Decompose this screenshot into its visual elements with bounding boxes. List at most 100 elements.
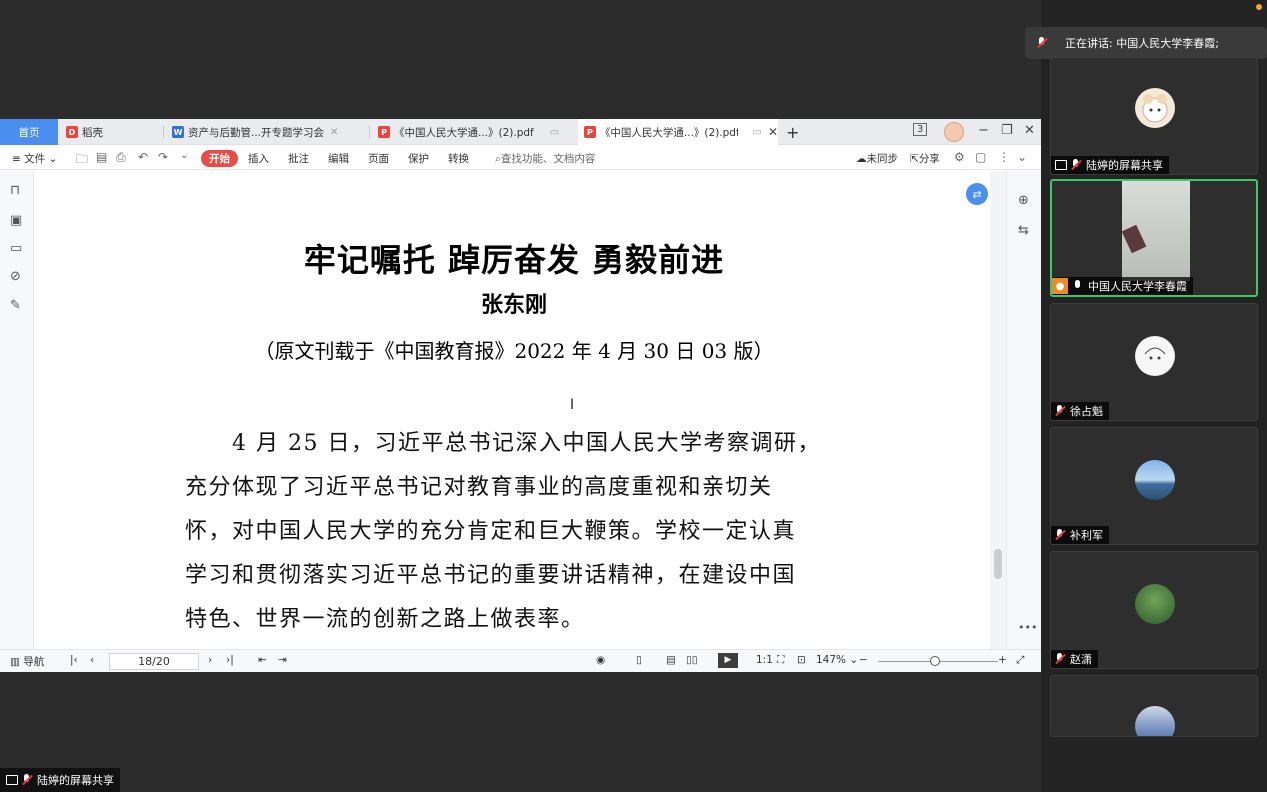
participant-tile-active[interactable]: ● 中国人民大学李春霞 — [1050, 179, 1258, 297]
zoom-search-icon[interactable]: ⊕ — [1018, 193, 1029, 208]
participant-tile-share[interactable]: 陆婷的屏幕共享 — [1050, 57, 1258, 175]
share-owner-label: 陆婷的屏幕共享 — [37, 774, 114, 787]
tab-insert[interactable]: 插入 — [248, 151, 269, 166]
scrollbar-thumb[interactable] — [994, 549, 1002, 579]
more-tools-icon[interactable]: ••• — [1018, 621, 1037, 634]
wps-pdf-window: 首页 D 稻壳 W 资产与后勤管...开专题学习会 ✕ P 《中国人民大学通..… — [0, 119, 1041, 672]
comment-icon[interactable]: ▢ — [975, 150, 986, 164]
participant-tile[interactable]: 赵潇 — [1050, 551, 1258, 669]
video-feed — [1121, 181, 1190, 281]
print-icon[interactable]: ⎙ — [116, 150, 126, 165]
tab-doc1[interactable]: W 资产与后勤管...开专题学习会 ✕ — [172, 119, 368, 145]
participant-name: 中国人民大学李春霞 — [1088, 280, 1187, 293]
tab-count-badge[interactable]: 3 — [913, 123, 928, 136]
redo-icon[interactable]: ↷ — [158, 150, 168, 164]
save-icon[interactable]: ▤ — [96, 150, 107, 164]
tab-edit[interactable]: 编辑 — [328, 151, 349, 166]
mic-muted-icon — [1055, 653, 1065, 665]
more-icon[interactable]: ⋮ — [998, 150, 1010, 164]
tab-divider — [369, 125, 370, 139]
translate-icon[interactable]: ⇆ — [1018, 223, 1029, 238]
participant-name: 赵潇 — [1070, 653, 1092, 666]
tab-annotate[interactable]: 批注 — [288, 151, 309, 166]
tab-pdf1-pin-icon[interactable]: ▭ — [550, 127, 559, 138]
nav-panel-icon: ▥ — [10, 656, 20, 668]
zoom-in-icon[interactable]: + — [998, 654, 1007, 666]
file-menu[interactable]: ≡ 文件 ⌄ — [12, 151, 57, 166]
zoom-level[interactable]: 147% ⌄ — [816, 654, 858, 666]
fullscreen-icon[interactable]: ⤢ — [1016, 654, 1024, 667]
first-page-icon[interactable]: |‹ — [70, 654, 78, 666]
participant-name-bar: 徐占魁 — [1051, 402, 1109, 420]
paragraph-line: 充分体现了习近平总书记对教育事业的高度重视和亲切关 — [185, 475, 773, 500]
page-number-value: 18/20 — [138, 655, 170, 668]
pdf-icon: P — [378, 126, 390, 138]
annotation-list-icon[interactable]: ▭ — [10, 241, 22, 256]
document-source: （原文刊载于《中国教育报》2022 年 4 月 30 日 03 版） — [254, 339, 774, 363]
participant-tile[interactable]: 补利军 — [1050, 427, 1258, 545]
two-page-icon[interactable]: ▯▯ — [686, 654, 698, 666]
tab-start[interactable]: 开始 — [201, 150, 238, 167]
new-tab-button[interactable]: + — [786, 119, 802, 145]
speaking-indicator: 正在讲话: 中国人民大学李春霞; — [1025, 27, 1267, 59]
tab-home[interactable]: 首页 — [0, 119, 58, 145]
continuous-icon[interactable]: ▤ — [666, 654, 676, 666]
participant-name-bar: 赵潇 — [1051, 650, 1098, 668]
prev-page-icon[interactable]: ‹ — [90, 654, 94, 666]
user-avatar[interactable] — [944, 122, 964, 142]
tab-doc1-close-icon[interactable]: ✕ — [330, 127, 338, 138]
tab-convert[interactable]: 转换 — [448, 151, 469, 166]
tab-divider — [163, 125, 164, 139]
actual-size-icon[interactable]: 1:1 — [756, 654, 773, 666]
last-page-icon[interactable]: ›| — [226, 654, 234, 666]
tab-daoke[interactable]: D 稻壳 — [66, 119, 162, 145]
thumbnail-icon[interactable]: ▣ — [10, 213, 22, 228]
attachment-icon[interactable]: ⊘ — [10, 269, 21, 284]
feature-search[interactable]: ⌕查找功能、文档内容 — [495, 151, 595, 166]
fit-width-icon[interactable]: ⊡ — [797, 654, 806, 666]
participant-tile-partial[interactable] — [1050, 675, 1258, 737]
play-slideshow-icon[interactable]: ▶ — [718, 653, 738, 668]
zoom-out-icon[interactable]: − — [859, 654, 868, 666]
document-title: 牢记嘱托 踔厉奋发 勇毅前进 — [303, 241, 725, 279]
collapse-ribbon-icon[interactable]: ⌄ — [1017, 150, 1027, 164]
settings-gear-icon[interactable]: ⚙ — [954, 150, 965, 164]
tab-pin-icon[interactable]: ▭ — [752, 127, 761, 138]
restore-icon[interactable]: ❐ — [1001, 123, 1013, 138]
tab-pdf1[interactable]: P 《中国人民大学通...》(2).pdf ▭ — [378, 119, 574, 145]
undo-icon[interactable]: ↶ — [138, 150, 148, 164]
single-page-icon[interactable]: ▯ — [636, 654, 642, 666]
convert-float-icon[interactable]: ⇄ — [966, 183, 988, 205]
tab-pdf2-active[interactable]: P 《中国人民大学通...》(2).pdf ▭ ✕ — [578, 119, 778, 145]
eye-protect-icon[interactable]: ◉ — [596, 654, 605, 666]
navigation-toggle[interactable]: ▥ 导航 — [10, 654, 44, 669]
next-page-icon[interactable]: › — [208, 654, 212, 666]
minimize-icon[interactable]: − — [978, 123, 989, 138]
avatar — [1135, 706, 1175, 736]
vertical-scrollbar[interactable] — [990, 171, 1006, 649]
text-cursor-icon: I — [570, 397, 575, 413]
cloud-icon: ☁ — [856, 153, 867, 165]
file-menu-label: 文件 — [24, 153, 46, 165]
fit-page-icon[interactable]: ⛶ — [777, 654, 784, 667]
more-dropdown-icon[interactable]: ⌄ — [180, 150, 188, 161]
back-icon[interactable]: ⇤ — [258, 654, 267, 666]
tab-protect[interactable]: 保护 — [408, 151, 429, 166]
bookmark-icon[interactable]: ⊓ — [10, 183, 20, 198]
right-tool-panel: ⊕ ⇆ ••• — [1006, 171, 1041, 649]
sync-status[interactable]: ☁未同步 — [856, 151, 898, 166]
avatar — [1135, 584, 1175, 624]
meeting-screen: 首页 D 稻壳 W 资产与后勤管...开专题学习会 ✕ P 《中国人民大学通..… — [0, 0, 1267, 792]
share-button[interactable]: ⇱分享 — [910, 151, 940, 166]
participant-tile[interactable]: 徐占魁 — [1050, 303, 1258, 421]
forward-icon[interactable]: ⇥ — [278, 654, 287, 666]
page-number-field[interactable]: 18/20 — [109, 653, 199, 670]
pdf-page[interactable]: ⇄ 牢记嘱托 踔厉奋发 勇毅前进 张东刚 （原文刊载于《中国教育报》2022 年… — [40, 171, 988, 649]
open-folder-icon[interactable]: 🗀 — [76, 150, 88, 171]
tab-page[interactable]: 页面 — [368, 151, 389, 166]
zoom-slider-knob[interactable] — [930, 656, 940, 666]
tab-close-icon[interactable]: ✕ — [768, 125, 778, 139]
signature-icon[interactable]: ✎ — [10, 298, 21, 313]
share-label: 分享 — [918, 153, 940, 165]
close-window-icon[interactable]: ✕ — [1024, 123, 1035, 138]
